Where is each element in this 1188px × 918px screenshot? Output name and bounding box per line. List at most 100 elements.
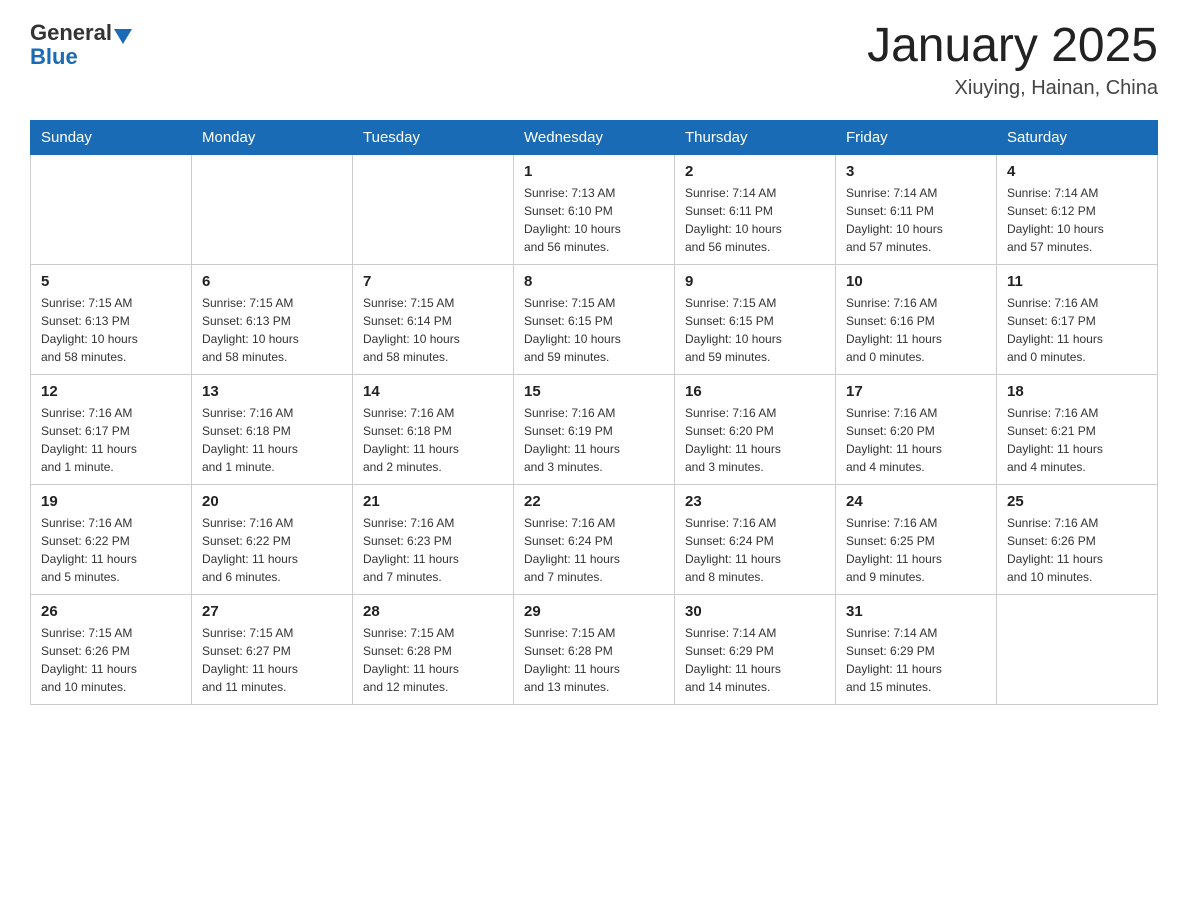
- day-number: 4: [1007, 163, 1147, 180]
- day-info: Sunrise: 7:16 AM Sunset: 6:22 PM Dayligh…: [202, 514, 342, 586]
- day-info: Sunrise: 7:16 AM Sunset: 6:20 PM Dayligh…: [685, 404, 825, 476]
- day-info: Sunrise: 7:16 AM Sunset: 6:24 PM Dayligh…: [524, 514, 664, 586]
- day-info: Sunrise: 7:15 AM Sunset: 6:28 PM Dayligh…: [363, 624, 503, 696]
- day-number: 26: [41, 603, 181, 620]
- calendar-day-cell: 9Sunrise: 7:15 AM Sunset: 6:15 PM Daylig…: [675, 264, 836, 374]
- day-info: Sunrise: 7:15 AM Sunset: 6:28 PM Dayligh…: [524, 624, 664, 696]
- day-info: Sunrise: 7:16 AM Sunset: 6:18 PM Dayligh…: [202, 404, 342, 476]
- day-info: Sunrise: 7:14 AM Sunset: 6:11 PM Dayligh…: [846, 184, 986, 256]
- day-info: Sunrise: 7:16 AM Sunset: 6:17 PM Dayligh…: [1007, 294, 1147, 366]
- logo-triangle-icon: [114, 29, 132, 44]
- day-of-week-header: Monday: [192, 120, 353, 154]
- day-number: 5: [41, 273, 181, 290]
- day-number: 25: [1007, 493, 1147, 510]
- day-number: 12: [41, 383, 181, 400]
- calendar-day-cell: 12Sunrise: 7:16 AM Sunset: 6:17 PM Dayli…: [31, 374, 192, 484]
- day-info: Sunrise: 7:15 AM Sunset: 6:15 PM Dayligh…: [685, 294, 825, 366]
- day-number: 17: [846, 383, 986, 400]
- day-info: Sunrise: 7:14 AM Sunset: 6:29 PM Dayligh…: [846, 624, 986, 696]
- day-number: 24: [846, 493, 986, 510]
- day-number: 7: [363, 273, 503, 290]
- calendar-week-row: 5 Sunrise: 7:15 AM Sunset: 6:13 PM Daylig…: [31, 264, 1158, 374]
- month-title: January 2025: [867, 20, 1158, 73]
- day-info: Sunrise: 7:16 AM Sunset: 6:26 PM Dayligh…: [1007, 514, 1147, 586]
- calendar-day-cell: 24Sunrise: 7:16 AM Sunset: 6:25 PM Dayli…: [836, 484, 997, 594]
- calendar-day-cell: 11 Sunrise: 7:16 AM Sunset: 6:17 PM Dayli…: [997, 264, 1158, 374]
- calendar-day-cell: 21 Sunrise: 7:16 AM Sunset: 6:23 PM Dayli…: [353, 484, 514, 594]
- day-info: Sunrise: 7:16 AM Sunset: 6:16 PM Dayligh…: [846, 294, 986, 366]
- calendar-day-cell: 6Sunrise: 7:15 AM Sunset: 6:13 PM Daylig…: [192, 264, 353, 374]
- calendar-day-cell: 20 Sunrise: 7:16 AM Sunset: 6:22 PM Dayli…: [192, 484, 353, 594]
- logo-blue-text: Blue: [30, 44, 78, 70]
- day-of-week-header: Wednesday: [514, 120, 675, 154]
- calendar-day-cell: 7Sunrise: 7:15 AM Sunset: 6:14 PM Daylig…: [353, 264, 514, 374]
- day-info: Sunrise: 7:16 AM Sunset: 6:18 PM Dayligh…: [363, 404, 503, 476]
- day-number: 3: [846, 163, 986, 180]
- calendar-day-cell: 10Sunrise: 7:16 AM Sunset: 6:16 PM Dayli…: [836, 264, 997, 374]
- day-number: 13: [202, 383, 342, 400]
- calendar-day-cell: 18 Sunrise: 7:16 AM Sunset: 6:21 PM Dayli…: [997, 374, 1158, 484]
- calendar-day-cell: [31, 154, 192, 264]
- day-number: 23: [685, 493, 825, 510]
- day-number: 29: [524, 603, 664, 620]
- calendar-day-cell: 4 Sunrise: 7:14 AM Sunset: 6:12 PM Daylig…: [997, 154, 1158, 264]
- calendar-header-row: SundayMondayTuesdayWednesdayThursdayFrid…: [31, 120, 1158, 154]
- calendar-table: SundayMondayTuesdayWednesdayThursdayFrid…: [30, 120, 1158, 705]
- day-info: Sunrise: 7:15 AM Sunset: 6:26 PM Dayligh…: [41, 624, 181, 696]
- day-number: 21: [363, 493, 503, 510]
- day-number: 15: [524, 383, 664, 400]
- calendar-week-row: 1 Sunrise: 7:13 AM Sunset: 6:10 PM Daylig…: [31, 154, 1158, 264]
- day-info: Sunrise: 7:13 AM Sunset: 6:10 PM Dayligh…: [524, 184, 664, 256]
- day-of-week-header: Sunday: [31, 120, 192, 154]
- calendar-day-cell: [353, 154, 514, 264]
- day-number: 20: [202, 493, 342, 510]
- day-of-week-header: Friday: [836, 120, 997, 154]
- calendar-day-cell: 14 Sunrise: 7:16 AM Sunset: 6:18 PM Dayli…: [353, 374, 514, 484]
- calendar-day-cell: 15Sunrise: 7:16 AM Sunset: 6:19 PM Dayli…: [514, 374, 675, 484]
- calendar-day-cell: 22Sunrise: 7:16 AM Sunset: 6:24 PM Dayli…: [514, 484, 675, 594]
- calendar-day-cell: 31 Sunrise: 7:14 AM Sunset: 6:29 PM Dayli…: [836, 594, 997, 704]
- calendar-day-cell: 30 Sunrise: 7:14 AM Sunset: 6:29 PM Dayli…: [675, 594, 836, 704]
- day-info: Sunrise: 7:15 AM Sunset: 6:15 PM Dayligh…: [524, 294, 664, 366]
- day-of-week-header: Thursday: [675, 120, 836, 154]
- logo-general-text: General: [30, 20, 112, 46]
- day-info: Sunrise: 7:14 AM Sunset: 6:12 PM Dayligh…: [1007, 184, 1147, 256]
- day-number: 31: [846, 603, 986, 620]
- day-of-week-header: Tuesday: [353, 120, 514, 154]
- day-number: 18: [1007, 383, 1147, 400]
- header-right: January 2025 Xiuying, Hainan, China: [867, 20, 1158, 100]
- calendar-day-cell: 3 Sunrise: 7:14 AM Sunset: 6:11 PM Daylig…: [836, 154, 997, 264]
- day-number: 6: [202, 273, 342, 290]
- calendar-day-cell: 1 Sunrise: 7:13 AM Sunset: 6:10 PM Daylig…: [514, 154, 675, 264]
- day-info: Sunrise: 7:16 AM Sunset: 6:23 PM Dayligh…: [363, 514, 503, 586]
- calendar-week-row: 19Sunrise: 7:16 AM Sunset: 6:22 PM Dayli…: [31, 484, 1158, 594]
- day-number: 27: [202, 603, 342, 620]
- calendar-day-cell: 27Sunrise: 7:15 AM Sunset: 6:27 PM Dayli…: [192, 594, 353, 704]
- calendar-day-cell: 5 Sunrise: 7:15 AM Sunset: 6:13 PM Daylig…: [31, 264, 192, 374]
- day-number: 2: [685, 163, 825, 180]
- day-of-week-header: Saturday: [997, 120, 1158, 154]
- day-number: 1: [524, 163, 664, 180]
- logo: General Blue: [30, 20, 132, 70]
- calendar-day-cell: 29 Sunrise: 7:15 AM Sunset: 6:28 PM Dayli…: [514, 594, 675, 704]
- calendar-day-cell: 23 Sunrise: 7:16 AM Sunset: 6:24 PM Dayli…: [675, 484, 836, 594]
- day-info: Sunrise: 7:14 AM Sunset: 6:29 PM Dayligh…: [685, 624, 825, 696]
- day-number: 28: [363, 603, 503, 620]
- location-label: Xiuying, Hainan, China: [867, 77, 1158, 100]
- calendar-day-cell: 17 Sunrise: 7:16 AM Sunset: 6:20 PM Dayli…: [836, 374, 997, 484]
- day-info: Sunrise: 7:14 AM Sunset: 6:11 PM Dayligh…: [685, 184, 825, 256]
- day-number: 11: [1007, 273, 1147, 290]
- day-number: 30: [685, 603, 825, 620]
- day-info: Sunrise: 7:16 AM Sunset: 6:20 PM Dayligh…: [846, 404, 986, 476]
- day-info: Sunrise: 7:16 AM Sunset: 6:24 PM Dayligh…: [685, 514, 825, 586]
- calendar-day-cell: [192, 154, 353, 264]
- calendar-week-row: 26 Sunrise: 7:15 AM Sunset: 6:26 PM Dayli…: [31, 594, 1158, 704]
- calendar-day-cell: 19Sunrise: 7:16 AM Sunset: 6:22 PM Dayli…: [31, 484, 192, 594]
- day-info: Sunrise: 7:15 AM Sunset: 6:13 PM Dayligh…: [41, 294, 181, 366]
- day-info: Sunrise: 7:16 AM Sunset: 6:21 PM Dayligh…: [1007, 404, 1147, 476]
- calendar-day-cell: 8 Sunrise: 7:15 AM Sunset: 6:15 PM Daylig…: [514, 264, 675, 374]
- calendar-day-cell: 28 Sunrise: 7:15 AM Sunset: 6:28 PM Dayli…: [353, 594, 514, 704]
- day-number: 14: [363, 383, 503, 400]
- calendar-day-cell: [997, 594, 1158, 704]
- day-number: 8: [524, 273, 664, 290]
